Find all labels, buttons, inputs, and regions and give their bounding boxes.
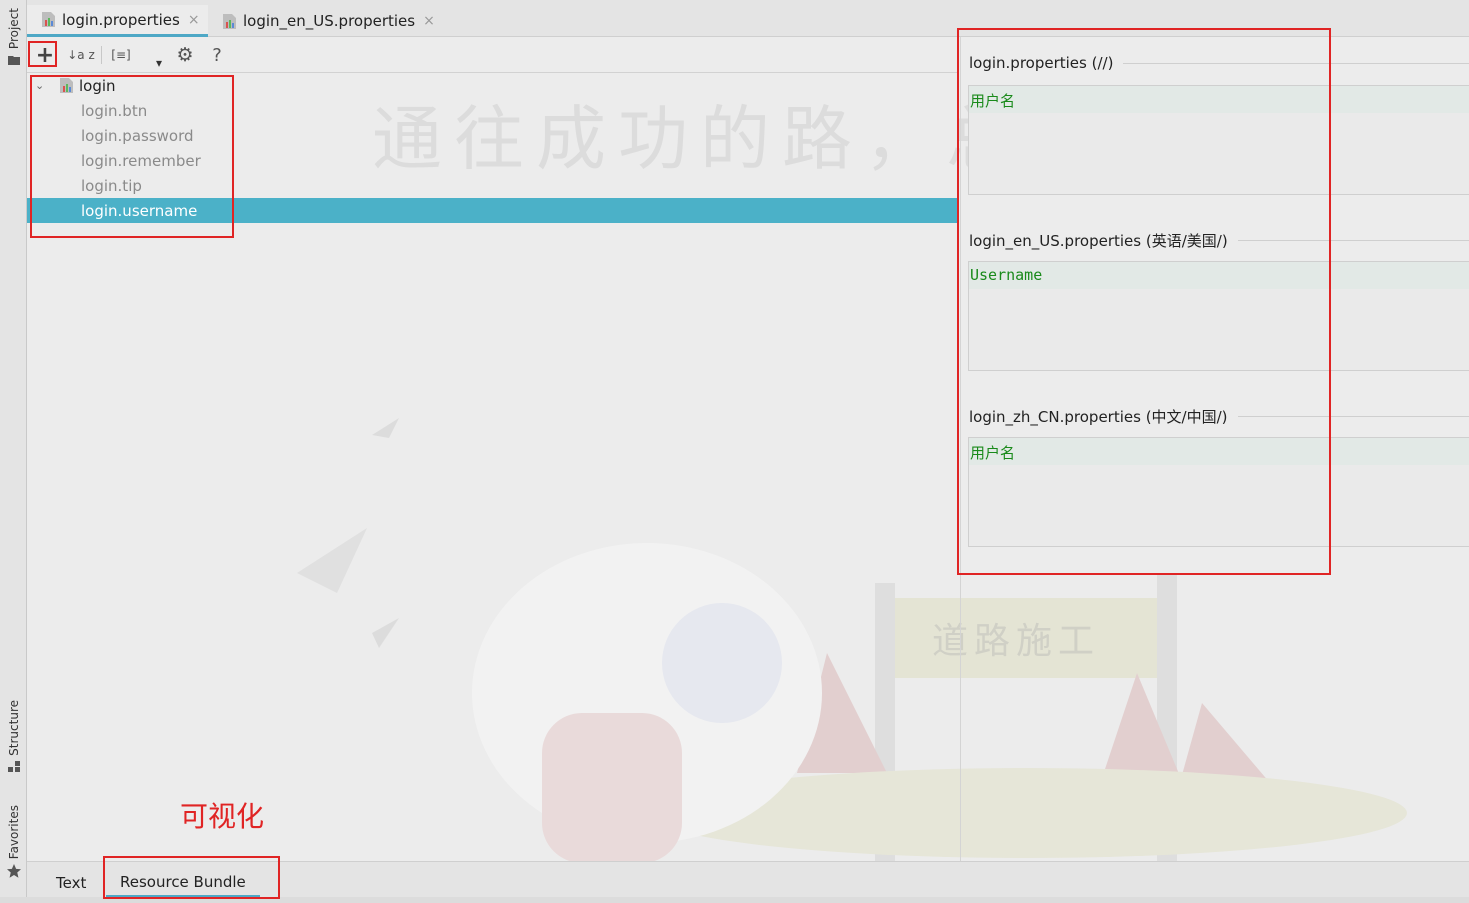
tree-root-label: login: [79, 76, 116, 95]
close-tab-icon[interactable]: ×: [188, 12, 200, 28]
structure-tool-tab[interactable]: Structure: [0, 700, 27, 773]
tree-root-login[interactable]: ⌄ login: [27, 73, 957, 98]
resource-bundle-icon: [60, 78, 73, 93]
locale-title: login_zh_CN.properties (中文/中国/): [969, 408, 1228, 426]
tab-login-properties[interactable]: login.properties ×: [27, 5, 208, 37]
window-bottom-edge: [0, 897, 1469, 903]
group-by-prefix-button[interactable]: [≡]: [107, 43, 135, 67]
locale-value-editor-zh-cn[interactable]: 用户名: [968, 437, 1469, 547]
locale-section-default: login.properties (//): [969, 54, 1469, 72]
settings-button[interactable]: ⚙: [173, 43, 197, 67]
tree-item-label: login.tip: [81, 176, 142, 195]
plus-icon: +: [35, 42, 55, 68]
sort-alphabetically-button[interactable]: ↓a z: [67, 43, 95, 67]
locale-value-text: 用户名: [970, 92, 1016, 110]
locale-value-text: 用户名: [970, 444, 1016, 462]
structure-icon: [7, 760, 20, 772]
gear-icon: ⚙: [176, 44, 194, 66]
locale-title: login.properties (//): [969, 54, 1114, 72]
structure-tool-label: Structure: [6, 700, 21, 756]
locale-section-zh-cn: login_zh_CN.properties (中文/中国/): [969, 406, 1469, 427]
locale-values-panel: login.properties (//) 用户名 login_en_US.pr…: [960, 37, 1469, 861]
add-property-button[interactable]: +: [33, 42, 57, 68]
editor-mode-tabs: Text Resource Bundle: [27, 861, 1469, 898]
sort-icon: ↓a z: [67, 48, 95, 62]
favorites-tool-label: Favorites: [6, 805, 21, 860]
favorites-tool-tab[interactable]: Favorites: [0, 805, 27, 878]
tab-text[interactable]: Text: [42, 868, 100, 898]
tab-resource-bundle[interactable]: Resource Bundle: [106, 868, 260, 898]
help-icon: ?: [212, 44, 222, 66]
tree-item-login-username[interactable]: login.username: [27, 198, 957, 223]
tab-label: login.properties: [62, 10, 180, 29]
project-tool-tab[interactable]: Project: [0, 8, 27, 66]
properties-file-icon: [223, 13, 236, 29]
help-button[interactable]: ?: [205, 43, 229, 67]
close-tab-icon[interactable]: ×: [423, 13, 435, 29]
tree-item-label: login.password: [81, 126, 194, 145]
tree-item-login-tip[interactable]: login.tip: [27, 173, 957, 198]
left-tool-strip: Project Structure Favorites: [0, 0, 27, 903]
tab-label: Resource Bundle: [120, 872, 246, 891]
tree-item-login-btn[interactable]: login.btn: [27, 98, 957, 123]
tree-item-label: login.username: [81, 201, 198, 220]
folder-icon: [7, 56, 20, 66]
tab-label: Text: [56, 874, 87, 892]
tree-item-login-password[interactable]: login.password: [27, 123, 957, 148]
locale-value-editor-default[interactable]: 用户名: [968, 85, 1469, 195]
tab-login-en-us-properties[interactable]: login_en_US.properties ×: [208, 5, 443, 37]
toolbar-separator: [101, 46, 102, 64]
properties-file-icon: [42, 12, 55, 27]
property-key-tree: ⌄ login login.btn login.password login.r…: [27, 73, 957, 861]
editor-tab-bar: login.properties × login_en_US.propertie…: [27, 0, 1469, 37]
locale-value-editor-en-us[interactable]: Username: [968, 261, 1469, 371]
star-icon: [6, 864, 21, 878]
resource-bundle-toolbar: + ↓a z [≡] ▾ ⚙ ?: [27, 37, 957, 73]
chevron-down-icon: ▾: [155, 56, 163, 70]
locale-value-text: Username: [970, 266, 1043, 284]
annotation-label: 可视化: [180, 800, 265, 833]
tree-item-label: login.btn: [81, 101, 148, 120]
tab-label: login_en_US.properties: [243, 12, 416, 30]
group-icon: [≡]: [111, 48, 131, 62]
tree-item-login-remember[interactable]: login.remember: [27, 148, 957, 173]
chevron-down-icon[interactable]: ⌄: [35, 79, 49, 92]
view-options-dropdown[interactable]: ▾: [149, 51, 169, 75]
locale-section-en-us: login_en_US.properties (英语/美国/): [969, 230, 1469, 251]
locale-title: login_en_US.properties (英语/美国/): [969, 232, 1228, 250]
project-tool-label: Project: [6, 8, 21, 50]
tree-item-label: login.remember: [81, 151, 201, 170]
